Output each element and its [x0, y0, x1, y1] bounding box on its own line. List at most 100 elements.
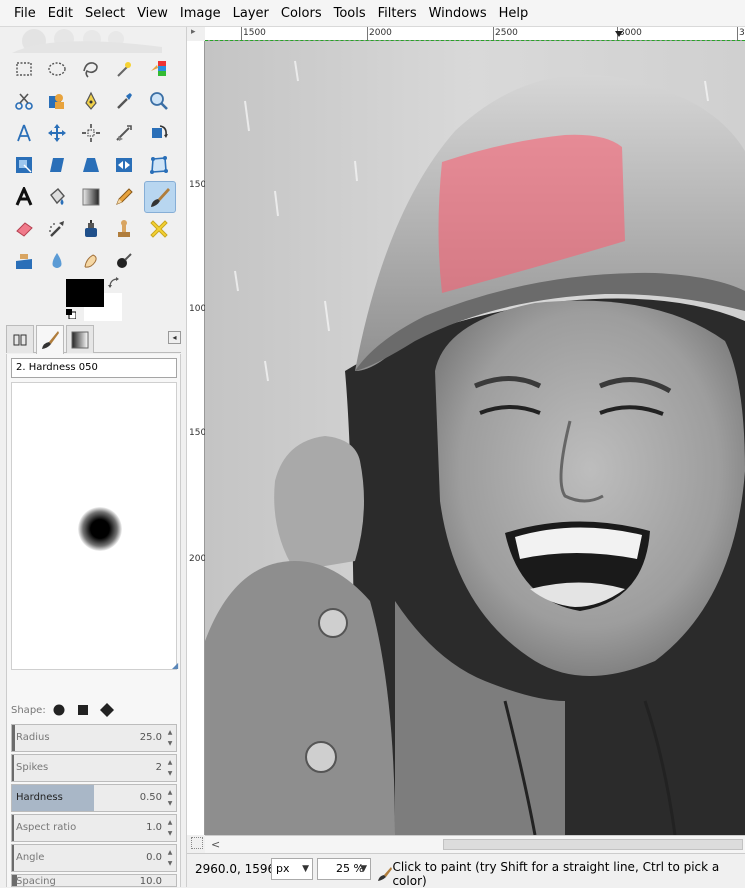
menu-view[interactable]: View [131, 0, 174, 27]
spin-arrows-icon[interactable]: ▲ ▼ [165, 757, 175, 779]
select-by-color-icon[interactable] [145, 55, 173, 83]
brushes-panel: 2. Hardness 050 ◢ Shape: Radius 25.0 ▲ ▼ Sp… [6, 354, 181, 887]
paths-icon[interactable] [77, 87, 105, 115]
brushes-icon [42, 331, 59, 349]
menu-filters[interactable]: Filters [372, 0, 423, 27]
scissors-select-icon[interactable] [10, 87, 38, 115]
horizontal-scrollbar[interactable]: < [205, 835, 745, 853]
navigate-icon[interactable] [191, 837, 203, 849]
unit-select[interactable]: px ▼ [271, 858, 313, 880]
ruler-label: 1500 [189, 180, 212, 190]
ruler-label: 1000 [189, 304, 212, 314]
shear-icon[interactable] [43, 151, 71, 179]
chevron-down-icon: ▼ [302, 864, 309, 874]
clone-icon[interactable] [110, 215, 138, 243]
ruler-label: 2000 [189, 554, 212, 564]
status-message: Click to paint (try Shift for a straight… [377, 860, 745, 888]
horizontal-ruler[interactable]: 1500 2000 2500 3000 3 [205, 27, 745, 41]
wilber-drop-zone [12, 29, 162, 53]
menu-image[interactable]: Image [174, 0, 227, 27]
spin-arrows-icon[interactable]: ▲ ▼ [165, 787, 175, 809]
spacing-slider[interactable]: Spacing 10.0 [11, 874, 177, 887]
flip-icon[interactable] [110, 151, 138, 179]
shape-circle-button[interactable] [48, 700, 70, 720]
measure-icon[interactable] [10, 119, 38, 147]
shape-diamond-button[interactable] [96, 700, 118, 720]
ink-icon[interactable] [77, 215, 105, 243]
menu-select[interactable]: Select [79, 0, 131, 27]
canvas-image[interactable] [205, 41, 745, 835]
zoom-icon[interactable] [145, 87, 173, 115]
spikes-slider[interactable]: Spikes 2 ▲ ▼ [11, 754, 177, 782]
cage-transform-icon[interactable] [145, 151, 173, 179]
menu-file[interactable]: File [8, 0, 42, 27]
chevron-down-icon: ▼ [360, 864, 367, 874]
spin-arrows-icon[interactable]: ▲ ▼ [165, 727, 175, 749]
radius-slider[interactable]: Radius 25.0 ▲ ▼ [11, 724, 177, 752]
foreground-select-icon[interactable] [43, 87, 71, 115]
eraser-icon[interactable] [10, 215, 38, 243]
perspective-icon[interactable] [77, 151, 105, 179]
crop-icon[interactable] [110, 119, 138, 147]
brush-preview: ◢ [11, 382, 178, 670]
text-icon[interactable] [10, 183, 38, 211]
free-select-icon[interactable] [77, 55, 105, 83]
rect-select-icon[interactable] [10, 55, 38, 83]
scale-icon[interactable] [10, 151, 38, 179]
image-window: ▸ 1500 2000 2500 3000 3 1500 1000 1500 2… [187, 27, 745, 888]
menu-edit[interactable]: Edit [42, 0, 79, 27]
tab-brushes[interactable] [36, 325, 64, 354]
dodge-burn-icon[interactable] [110, 247, 138, 275]
gradients-icon [71, 331, 89, 348]
swap-colors-icon[interactable] [108, 277, 120, 289]
shape-label: Shape: [11, 704, 46, 716]
move-icon[interactable] [43, 119, 71, 147]
color-swatches [62, 275, 122, 323]
menu-windows[interactable]: Windows [423, 0, 493, 27]
ruler-label: 3 [737, 27, 745, 40]
blend-icon[interactable] [77, 183, 105, 211]
tab-gradients[interactable] [66, 325, 94, 353]
fuzzy-select-icon[interactable] [110, 55, 138, 83]
quick-mask-icon[interactable]: ▸ [191, 27, 203, 39]
menu-tools[interactable]: Tools [328, 0, 372, 27]
statusbar: 2960.0, 1596.0 px ▼ 25 % ▼ Click to paint … [187, 853, 745, 888]
scrollbar-thumb[interactable] [443, 839, 743, 850]
tab-tool-options[interactable] [6, 325, 34, 353]
ruler-label: 2500 [493, 27, 518, 40]
ruler-label: 2000 [367, 27, 392, 40]
heal-icon[interactable] [145, 215, 173, 243]
ellipse-select-icon[interactable] [43, 55, 71, 83]
shape-square-button[interactable] [72, 700, 94, 720]
angle-slider[interactable]: Angle 0.0 ▲ ▼ [11, 844, 177, 872]
reset-colors-icon[interactable] [66, 309, 76, 319]
perspective-clone-icon[interactable] [10, 247, 38, 275]
dock-tabs: ◂ [6, 325, 181, 354]
menu-help[interactable]: Help [493, 0, 535, 27]
airbrush-icon[interactable] [43, 215, 71, 243]
scroll-left-icon[interactable]: < [211, 838, 220, 851]
ruler-label: 1500 [189, 428, 212, 438]
align-icon[interactable] [77, 119, 105, 147]
hardness-slider[interactable]: Hardness 0.50 ▲ ▼ [11, 784, 177, 812]
foreground-color[interactable] [66, 279, 104, 307]
paintbrush-icon[interactable] [144, 181, 176, 213]
color-picker-icon[interactable] [110, 87, 138, 115]
menu-layer[interactable]: Layer [227, 0, 275, 27]
menu-colors[interactable]: Colors [275, 0, 328, 27]
spin-arrows-icon[interactable]: ▲ ▼ [165, 847, 175, 869]
resize-grip-icon[interactable]: ◢ [172, 661, 178, 670]
toolbox: ◂ 2. Hardness 050 ◢ Shape: Radius 25.0 ▲ ▼ … [0, 27, 187, 887]
vertical-ruler[interactable]: 1500 1000 1500 2000 [187, 41, 212, 835]
bucket-fill-icon[interactable] [43, 183, 71, 211]
rotate-icon[interactable] [145, 119, 173, 147]
menubar: File Edit Select View Image Layer Colors… [0, 0, 745, 27]
brush-name-field[interactable]: 2. Hardness 050 [11, 358, 177, 378]
blur-sharpen-icon[interactable] [43, 247, 71, 275]
zoom-select[interactable]: 25 % ▼ [317, 858, 371, 880]
dock-menu-button[interactable]: ◂ [168, 331, 181, 344]
aspect-ratio-slider[interactable]: Aspect ratio 1.0 ▲ ▼ [11, 814, 177, 842]
spin-arrows-icon[interactable]: ▲ ▼ [165, 817, 175, 839]
pencil-icon[interactable] [110, 183, 138, 211]
smudge-icon[interactable] [77, 247, 105, 275]
